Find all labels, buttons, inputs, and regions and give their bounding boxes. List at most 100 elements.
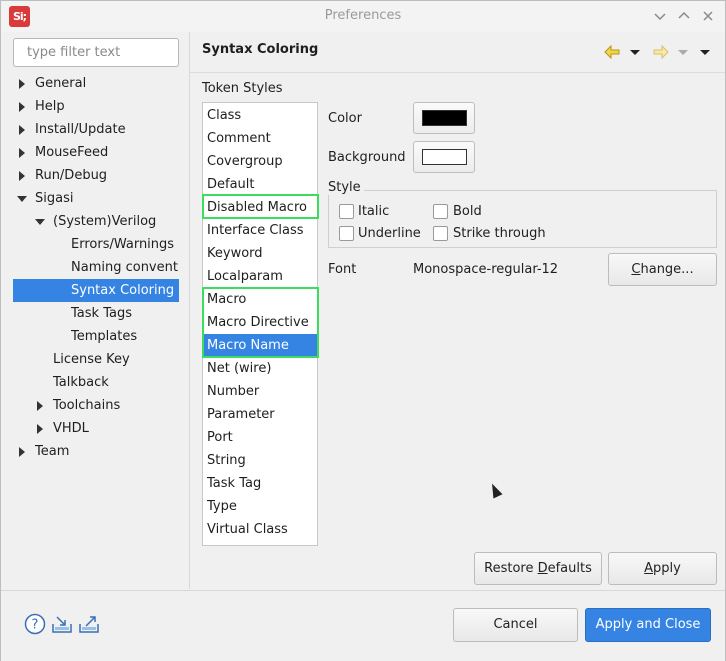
tree-item-label: Install/Update (35, 122, 126, 137)
token-item-task-tag[interactable]: Task Tag (203, 472, 317, 495)
tree-item-license-key[interactable]: License Key (1, 348, 189, 371)
dialog-footer: ? Cancel Apply and Close (1, 590, 725, 661)
token-item-interface-class[interactable]: Interface Class (203, 219, 317, 242)
color-swatch (422, 110, 467, 126)
import-icon[interactable] (51, 613, 73, 635)
tree-item-team[interactable]: Team (1, 440, 189, 463)
preferences-window: Si; Preferences General Help Install/Updat… (0, 0, 726, 661)
restore-defaults-button[interactable]: Restore Defaults (474, 552, 602, 585)
restore-defaults-label-start: Restore (484, 561, 538, 576)
expand-arrow-icon[interactable] (19, 125, 25, 135)
bold-label: Bold (453, 204, 482, 219)
token-styles-label: Token Styles (202, 81, 283, 96)
token-item-covergroup[interactable]: Covergroup (203, 150, 317, 173)
tree-item-naming-convent[interactable]: Naming convent (1, 256, 189, 279)
background-button[interactable] (413, 141, 475, 173)
tree-item-system-verilog[interactable]: (System)Verilog (1, 210, 189, 233)
italic-label: Italic (358, 204, 390, 219)
color-button[interactable] (413, 102, 475, 134)
tree-item-sigasi[interactable]: Sigasi (1, 187, 189, 210)
token-item-class[interactable]: Class (203, 104, 317, 127)
collapse-arrow-icon[interactable] (17, 196, 27, 202)
mouse-cursor (487, 481, 503, 499)
expand-arrow-icon[interactable] (19, 171, 25, 181)
tree-item-errors-warnings[interactable]: Errors/Warnings (1, 233, 189, 256)
title-bar: Si; Preferences (1, 1, 725, 33)
expand-arrow-icon[interactable] (19, 102, 25, 112)
apply-label: pply (653, 561, 681, 576)
maximize-icon[interactable] (675, 7, 693, 25)
token-styles-list[interactable]: Class Comment Covergroup Default Disabled Ma… (202, 102, 318, 546)
help-icon[interactable]: ? (24, 613, 46, 635)
back-history-chevron-icon[interactable] (629, 44, 641, 64)
token-item-number[interactable]: Number (203, 380, 317, 403)
token-item-type[interactable]: Type (203, 495, 317, 518)
preference-page: Syntax Coloring Token Styles Class Commen… (190, 32, 725, 589)
tree-item-help[interactable]: Help (1, 95, 189, 118)
underline-checkbox[interactable] (339, 226, 354, 241)
expand-arrow-icon[interactable] (19, 447, 25, 457)
strike-through-checkbox[interactable] (433, 226, 448, 241)
token-item-default[interactable]: Default (203, 173, 317, 196)
background-label: Background (328, 150, 406, 165)
tree-item-label: Team (35, 444, 70, 459)
tree-item-vhdl[interactable]: VHDL (1, 417, 189, 440)
collapse-arrow-icon[interactable] (35, 219, 45, 225)
change-font-button[interactable]: Change... (608, 253, 717, 286)
cancel-button[interactable]: Cancel (453, 608, 578, 642)
tree-item-general[interactable]: General (1, 72, 189, 95)
menu-chevron-icon[interactable] (699, 44, 711, 64)
tree-item-mousefeed[interactable]: MouseFeed (1, 141, 189, 164)
minimize-icon[interactable] (651, 7, 669, 25)
forward-history-chevron-icon[interactable] (677, 44, 689, 64)
tree-item-toolchains[interactable]: Toolchains (1, 394, 189, 417)
tree-item-syntax-coloring[interactable]: Syntax Coloring (13, 279, 179, 302)
token-item-macro[interactable]: Macro (203, 288, 317, 311)
tree-item-run-debug[interactable]: Run/Debug (1, 164, 189, 187)
token-item-localparam[interactable]: Localparam (203, 265, 317, 288)
tree-item-label: Naming convent (71, 260, 178, 275)
tree-item-talkback[interactable]: Talkback (1, 371, 189, 394)
expand-arrow-icon[interactable] (37, 424, 43, 434)
filter-input[interactable] (13, 38, 179, 67)
tree-item-install-update[interactable]: Install/Update (1, 118, 189, 141)
token-item-parameter[interactable]: Parameter (203, 403, 317, 426)
token-item-macro-directive[interactable]: Macro Directive (203, 311, 317, 334)
back-arrow-icon[interactable] (604, 44, 620, 64)
apply-button[interactable]: Apply (608, 552, 717, 585)
close-icon[interactable] (699, 7, 717, 25)
export-icon[interactable] (78, 613, 100, 635)
token-item-net-wire[interactable]: Net (wire) (203, 357, 317, 380)
token-item-macro-name[interactable]: Macro Name (203, 334, 317, 357)
expand-arrow-icon[interactable] (19, 148, 25, 158)
expand-arrow-icon[interactable] (19, 79, 25, 89)
font-label: Font (328, 262, 357, 277)
underline-label: Underline (358, 226, 421, 241)
token-item-string[interactable]: String (203, 449, 317, 472)
token-item-virtual-class[interactable]: Virtual Class (203, 518, 317, 541)
tree-item-label: Errors/Warnings (71, 237, 175, 252)
tree-item-task-tags[interactable]: Task Tags (1, 302, 189, 325)
background-swatch (422, 149, 467, 165)
bold-checkbox[interactable] (433, 204, 448, 219)
token-item-keyword[interactable]: Keyword (203, 242, 317, 265)
apply-and-close-button[interactable]: Apply and Close (585, 608, 711, 642)
tree-item-label: Sigasi (35, 191, 74, 206)
tree-item-label: General (35, 76, 87, 91)
italic-checkbox[interactable] (339, 204, 354, 219)
expand-arrow-icon[interactable] (37, 401, 43, 411)
tree-item-templates[interactable]: Templates (1, 325, 189, 348)
title-separator (190, 72, 725, 73)
token-item-disabled-macro[interactable]: Disabled Macro (203, 196, 317, 219)
token-item-port[interactable]: Port (203, 426, 317, 449)
restore-defaults-mnemonic: D (537, 561, 548, 576)
tree-item-label: Syntax Coloring (71, 283, 175, 298)
tree-item-label: Task Tags (71, 306, 132, 321)
change-font-label: hange... (640, 262, 694, 277)
preferences-navigation: General Help Install/Update MouseFeed Run/De… (1, 32, 190, 589)
forward-arrow-icon[interactable] (653, 44, 669, 64)
tree-item-label: Help (35, 99, 65, 114)
token-item-comment[interactable]: Comment (203, 127, 317, 150)
tree-item-label: Talkback (53, 375, 109, 390)
color-label: Color (328, 111, 362, 126)
